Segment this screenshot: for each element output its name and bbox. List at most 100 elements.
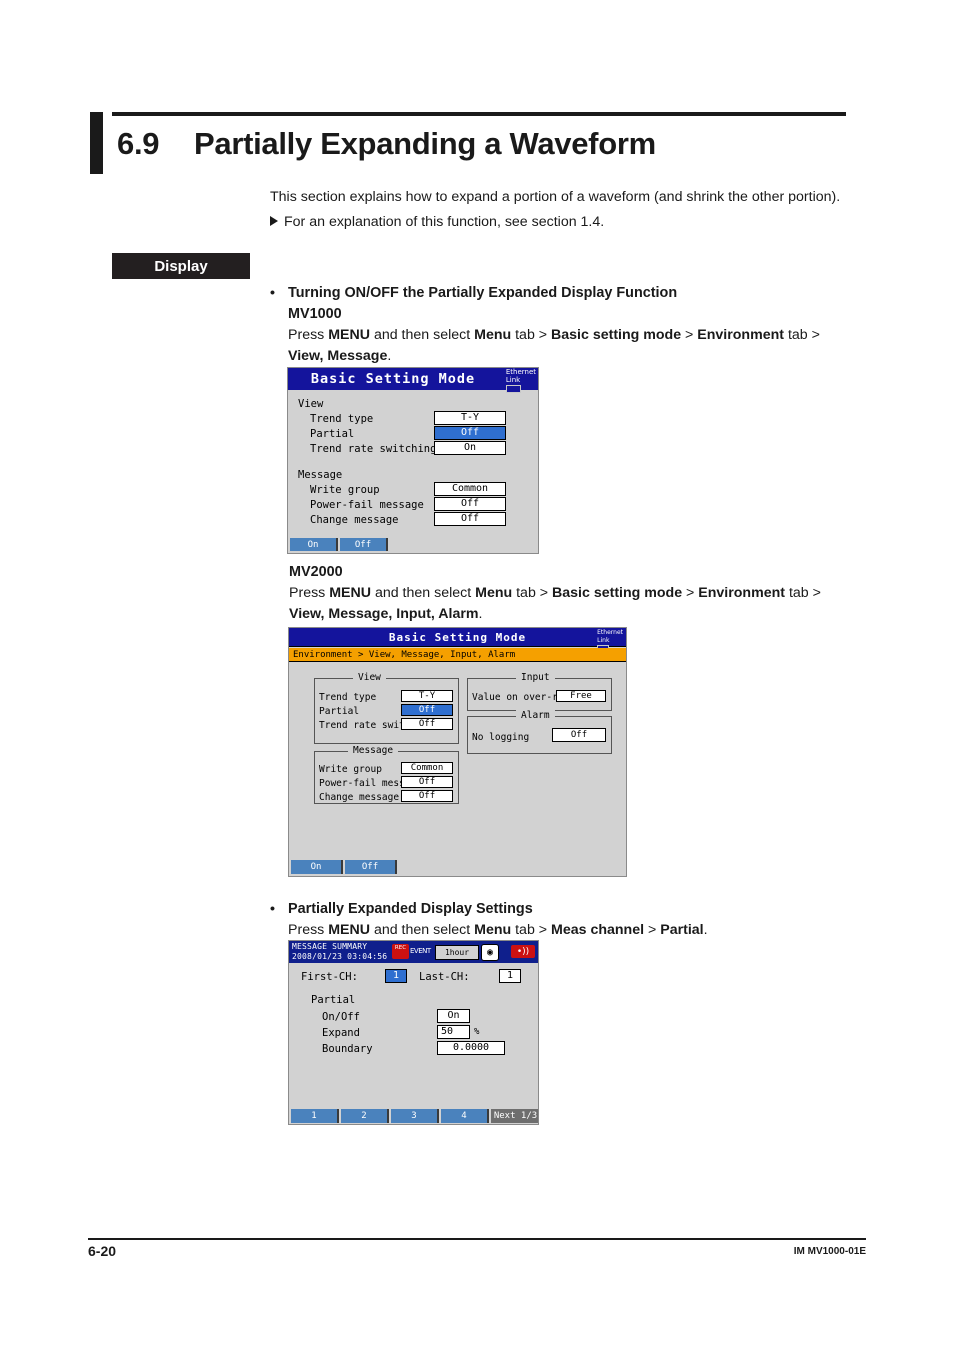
block1-body: MV1000 Press MENU and then select Menu t… [270,304,860,367]
alarm-icon: •)) [511,945,535,958]
instr-text: . [387,348,392,364]
block-partially-expanded-display-settings: • Partially Expanded Display Settings Pr… [270,899,860,941]
device1-softkey-off[interactable]: Off [340,538,388,551]
device2-softkey-on[interactable]: On [291,860,343,874]
device2-value-change-message[interactable]: Off [401,790,453,802]
device2-label-trend-type: Trend type [319,692,377,703]
intro-paragraph: This section explains how to expand a po… [270,189,841,205]
device3-label-boundary: Boundary [322,1043,373,1055]
device3-partial-group-label: Partial [311,994,356,1006]
view-message: View, Message [288,348,388,364]
link-status-box [505,385,521,393]
event-label: EVENT [410,947,431,955]
device2-softkey-off[interactable]: Off [345,860,397,874]
instr-text: tab > [512,585,553,601]
device2-value-value-on-over-range[interactable]: Free [556,690,606,702]
display-section-tag: Display [112,253,250,279]
device1-value-write-group[interactable]: Common [434,482,506,496]
device3-value-boundary[interactable]: 0.0000 [437,1041,505,1055]
device1-value-power-fail-message[interactable]: Off [434,497,506,511]
instr-text: and then select [370,922,475,938]
menu-tab: Menu [474,922,512,938]
instr-text: . [478,606,483,622]
environment-tab: Environment [697,327,784,343]
bullet-icon: • [270,285,275,301]
device2-view-group-label: View [353,672,386,683]
menu-tab: Menu [475,585,513,601]
device3-value-last-ch[interactable]: 1 [499,969,521,983]
instr-text: tab > [511,327,552,343]
device3-softkey-next[interactable]: Next 1/3 [491,1109,538,1123]
ethernet-label: Ethernet [597,629,623,636]
block3-instruction: Press MENU and then select Menu tab > Me… [288,920,860,941]
device3-value-expand[interactable]: 50 [437,1025,470,1039]
device2-value-write-group[interactable]: Common [401,762,453,774]
device2-breadcrumb: Environment > View, Message, Input, Alar… [289,648,626,662]
device3-label-on-off: On/Off [322,1011,360,1023]
partial-item: Partial [660,922,704,938]
device1-label-write-group: Write group [310,484,380,496]
device1-label-power-fail-message: Power-fail message [310,499,424,511]
record-icon: REC [392,944,409,959]
device3-softkey-3[interactable]: 3 [391,1109,439,1123]
document-id: IM MV1000-01E [793,1246,866,1257]
device2-label-partial: Partial [319,706,360,717]
basic-setting-mode: Basic setting mode [552,585,683,601]
device2-value-trend-type[interactable]: T-Y [401,690,453,702]
instr-text: Press [289,585,330,601]
instr-text: and then select [370,327,475,343]
device2-value-trend-rate-switching[interactable]: Off [401,718,453,730]
meas-channel: Meas channel [551,922,645,938]
block1-instruction-cont: View, Message. [288,346,860,367]
instr-text: . [703,922,708,938]
environment-tab: Environment [698,585,785,601]
device1-value-trend-type[interactable]: T-Y [434,411,506,425]
link-label: Link [505,375,521,384]
device3-value-on-off[interactable]: On [437,1009,470,1023]
menu-key: MENU [328,327,370,343]
block-mv2000: MV2000 Press MENU and then select Menu t… [289,562,879,625]
device1-value-trend-rate-switching[interactable]: On [434,441,506,455]
instr-text: tab > [511,922,552,938]
heading-accent-bar [90,112,103,174]
device2-value-partial[interactable]: Off [401,704,453,716]
device3-softkey-1[interactable]: 1 [291,1109,339,1123]
bullet-icon: • [270,901,275,917]
instr-text: Press [288,922,329,938]
device3-title: MESSAGE SUMMARY [292,942,368,951]
instr-text: Press [288,327,329,343]
device1-label-trend-type: Trend type [310,413,374,425]
device3-softkey-4[interactable]: 4 [441,1109,489,1123]
menu-tab: Menu [474,327,512,343]
page-number: 6-20 [88,1243,117,1259]
basic-setting-mode: Basic setting mode [551,327,682,343]
device2-label-write-group: Write group [319,764,382,775]
device1-label-change-message: Change message [310,514,399,526]
menu-key: MENU [329,585,371,601]
gear-icon[interactable]: ◉ [481,944,499,961]
device2-value-power-fail-message[interactable]: Off [401,776,453,788]
device1-value-change-message[interactable]: Off [434,512,506,526]
device3-unit-expand: % [474,1027,480,1037]
device3-rate-selector[interactable]: 1hour [435,945,479,960]
block1-instruction: Press MENU and then select Menu tab > Ba… [288,325,860,346]
device2-message-group-label: Message [348,745,399,756]
triangle-bullet-icon [270,216,278,226]
block1-heading: Turning ON/OFF the Partially Expanded Di… [288,285,678,301]
block-turning-on-off: • Turning ON/OFF the Partially Expanded … [270,283,860,367]
device2-title: Basic Setting Mode [388,631,527,644]
menu-key: MENU [328,922,370,938]
device1-softkey-on[interactable]: On [290,538,338,551]
device2-alarm-group-label: Alarm [516,710,555,721]
device2-input-group-label: Input [516,672,555,683]
block2-model: MV2000 [289,564,343,580]
bullet-heading-row: • Partially Expanded Display Settings [270,899,860,920]
device3-value-first-ch[interactable]: 1 [385,969,407,983]
device1-value-partial[interactable]: Off [434,426,506,440]
section-title: Partially Expanding a Waveform [194,126,656,161]
device2-value-no-logging[interactable]: Off [552,728,606,742]
footer-rule [88,1238,866,1240]
device1-title: Basic Setting Mode [310,371,476,387]
screenshot-mv2000-basic-setting-mode: Basic Setting Mode Ethernet Link Environ… [288,627,627,877]
device3-softkey-2[interactable]: 2 [341,1109,389,1123]
